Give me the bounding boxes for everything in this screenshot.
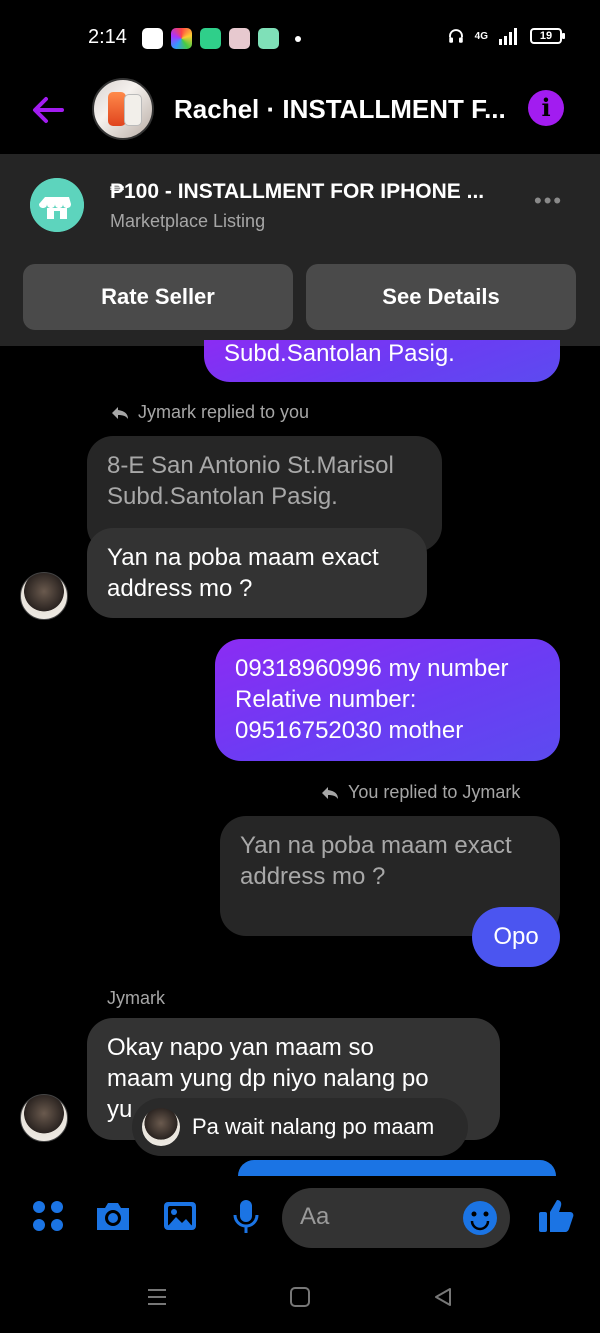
thumbs-up-icon[interactable] bbox=[536, 1194, 578, 1236]
status-bar: 2:14 4G 19 bbox=[0, 0, 600, 76]
message-text: maam yung dp niyo nalang po bbox=[107, 1065, 429, 1092]
preview-text: Pa wait nalang po maam bbox=[192, 1114, 435, 1139]
quoted-text-line: address mo ? bbox=[240, 863, 386, 890]
reply-arrow-icon bbox=[112, 406, 128, 419]
listing-subtitle: Marketplace Listing bbox=[110, 211, 266, 231]
battery-icon: 19 bbox=[530, 28, 565, 44]
microphone-icon[interactable] bbox=[226, 1196, 266, 1236]
contact-avatar[interactable] bbox=[92, 78, 154, 140]
message-input-placeholder: Aa bbox=[300, 1203, 330, 1230]
message-composer: Aa bbox=[0, 1176, 600, 1260]
see-details-button[interactable]: See Details bbox=[306, 264, 576, 330]
marketplace-store-icon bbox=[30, 178, 84, 232]
message-text: Okay napo yan maam so bbox=[107, 1034, 374, 1061]
message-input[interactable]: Aa bbox=[282, 1188, 510, 1248]
headphones-icon bbox=[448, 29, 463, 43]
status-notification-icons bbox=[142, 28, 301, 49]
reply-note: You replied to Jymark bbox=[320, 782, 520, 803]
reply-note-text: Jymark replied to you bbox=[138, 402, 310, 422]
sender-avatar[interactable] bbox=[20, 1094, 68, 1142]
camera-icon[interactable] bbox=[93, 1196, 133, 1236]
signal-icon bbox=[499, 28, 517, 45]
new-message-preview[interactable]: Pa wait nalang po maam bbox=[132, 1098, 468, 1156]
message-bubble-incoming[interactable]: Yan na poba maam exact address mo ? bbox=[87, 528, 427, 618]
marketplace-listing-panel: ₱100 - INSTALLMENT FOR IPHONE ... Market… bbox=[0, 154, 600, 346]
preview-avatar bbox=[142, 1108, 180, 1146]
message-bubble-outgoing[interactable]: Subd.Santolan Pasig. bbox=[204, 340, 560, 382]
message-text: Yan na poba maam exact bbox=[107, 544, 379, 571]
status-time: 2:14 bbox=[88, 26, 127, 48]
conversation-header: Rachel · INSTALLMENT F... i bbox=[0, 76, 600, 154]
sender-name: Jymark bbox=[107, 988, 165, 1008]
notification-app-icon bbox=[142, 28, 163, 49]
recent-apps-icon[interactable] bbox=[146, 1286, 168, 1308]
app-icon-pink bbox=[229, 28, 250, 49]
message-text: Opo bbox=[493, 923, 539, 950]
back-nav-icon[interactable] bbox=[432, 1286, 454, 1308]
sender-avatar[interactable] bbox=[20, 572, 68, 620]
apps-grid-icon[interactable] bbox=[28, 1196, 68, 1236]
more-options-icon[interactable]: ••• bbox=[534, 188, 563, 214]
system-navigation-bar bbox=[0, 1260, 600, 1333]
quoted-text-line: Yan na poba maam exact bbox=[240, 832, 512, 859]
message-text: address mo ? bbox=[107, 575, 253, 602]
gallery-icon[interactable] bbox=[160, 1196, 200, 1236]
back-arrow-icon[interactable] bbox=[28, 90, 68, 130]
app-icon-green bbox=[200, 28, 221, 49]
quoted-text-line: Subd.Santolan Pasig. bbox=[107, 483, 338, 510]
message-bubble-outgoing-partial[interactable] bbox=[238, 1160, 556, 1176]
message-text: 09516752030 mother bbox=[235, 717, 464, 744]
reply-arrow-icon bbox=[322, 786, 338, 799]
conversation-title[interactable]: Rachel · INSTALLMENT F... bbox=[174, 94, 506, 125]
message-text: Subd.Santolan Pasig. bbox=[224, 340, 455, 367]
reply-note: Jymark replied to you bbox=[110, 402, 309, 423]
status-right: 4G 19 bbox=[447, 27, 565, 45]
message-text: Relative number: bbox=[235, 686, 417, 713]
quoted-text-line: 8-E San Antonio St.Marisol bbox=[107, 452, 394, 479]
rate-seller-button[interactable]: Rate Seller bbox=[23, 264, 293, 330]
network-type: 4G bbox=[474, 30, 488, 42]
photos-app-icon bbox=[171, 28, 192, 49]
more-notifications-dot bbox=[295, 35, 301, 42]
info-icon[interactable]: i bbox=[528, 90, 564, 126]
message-text: 09318960996 my number bbox=[235, 655, 509, 682]
home-icon[interactable] bbox=[289, 1286, 311, 1308]
battery-level: 19 bbox=[539, 30, 553, 42]
reply-note-text: You replied to Jymark bbox=[348, 782, 521, 802]
app-icon-mint bbox=[258, 28, 279, 49]
listing-title[interactable]: ₱100 - INSTALLMENT FOR IPHONE ... bbox=[110, 180, 484, 204]
emoji-icon[interactable] bbox=[462, 1200, 498, 1236]
message-bubble-outgoing[interactable]: 09318960996 my number Relative number: 0… bbox=[215, 639, 560, 761]
message-bubble-outgoing[interactable]: Opo bbox=[472, 907, 560, 967]
